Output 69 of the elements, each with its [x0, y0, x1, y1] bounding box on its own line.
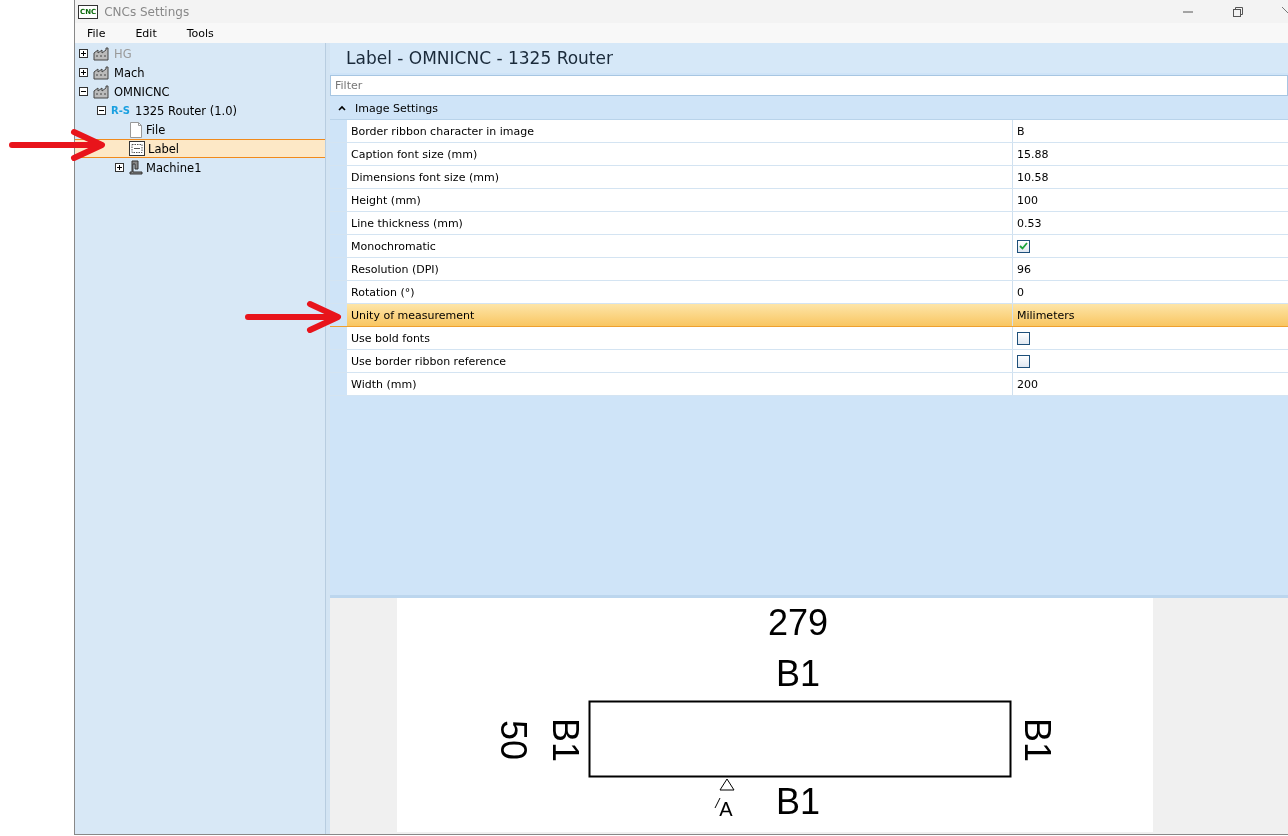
restore-icon[interactable] — [1232, 5, 1244, 18]
property-value: 200 — [1017, 377, 1038, 391]
group-title: Image Settings — [355, 101, 439, 115]
property-row[interactable]: Border ribbon character in image B — [330, 120, 1288, 143]
machine-icon — [129, 160, 143, 175]
checkbox[interactable] — [1017, 331, 1030, 345]
property-value: 0 — [1017, 285, 1024, 299]
expander-icon[interactable] — [97, 106, 106, 115]
property-row[interactable]: Use border ribbon reference — [330, 350, 1288, 373]
property-name: Width (mm) — [347, 373, 1013, 395]
width-dimension-text: 279 — [767, 602, 829, 643]
property-name: Border ribbon character in image — [347, 120, 1013, 142]
file-icon — [129, 121, 143, 138]
property-name: Line thickness (mm) — [347, 212, 1013, 234]
property-row[interactable]: Use bold fonts — [330, 327, 1288, 350]
tree-item[interactable]: OMNICNC — [75, 82, 325, 101]
menu-item[interactable]: Edit — [127, 26, 165, 40]
property-name: Monochromatic — [347, 235, 1013, 257]
panel-title: Label - OMNICNC - 1325 Router — [330, 43, 1288, 73]
property-row[interactable]: Caption font size (mm) 15.88 — [330, 143, 1288, 166]
menu-item[interactable]: Tools — [178, 26, 222, 40]
label-icon — [129, 141, 145, 156]
window-title: CNCs Settings — [104, 4, 190, 19]
factory-icon — [93, 46, 111, 61]
property-name: Caption font size (mm) — [347, 143, 1013, 165]
tree-item[interactable]: Mach — [75, 63, 325, 82]
property-value: 10.58 — [1017, 170, 1049, 184]
property-name: Resolution (DPI) — [347, 258, 1013, 280]
property-row[interactable]: Width (mm) 200 — [330, 373, 1288, 396]
property-value: 96 — [1017, 262, 1031, 276]
property-name: Height (mm) — [347, 189, 1013, 211]
checkbox[interactable] — [1017, 354, 1030, 368]
caret-icon[interactable] — [338, 105, 346, 111]
property-name: Use bold fonts — [347, 327, 1013, 349]
property-row[interactable]: Height (mm) 100 — [330, 189, 1288, 212]
factory-icon — [93, 84, 111, 99]
property-row[interactable]: Dimensions font size (mm) 10.58 — [330, 166, 1288, 189]
property-name: Unity of measurement — [347, 304, 1013, 326]
property-value: 15.88 — [1017, 147, 1049, 161]
menu-item[interactable]: File — [79, 26, 114, 40]
group-header[interactable]: Image Settings — [330, 97, 1288, 120]
right-ribbon-text: B1 — [1017, 718, 1058, 762]
property-name: Rotation (°) — [347, 281, 1013, 303]
expander-icon[interactable] — [79, 68, 88, 77]
property-row[interactable]: Monochromatic — [330, 235, 1288, 258]
height-dimension-text: 50 — [493, 720, 534, 760]
property-value: 100 — [1017, 193, 1038, 207]
expander-icon[interactable] — [79, 87, 88, 96]
router-code-text: R-S — [111, 105, 131, 116]
property-name: Use border ribbon reference — [347, 350, 1013, 372]
property-value: 0.53 — [1017, 216, 1042, 230]
tree-item[interactable]: Label — [75, 139, 325, 158]
tree-item[interactable]: File — [75, 120, 325, 139]
property-row[interactable]: Resolution (DPI) 96 — [330, 258, 1288, 281]
expander-icon[interactable] — [115, 163, 124, 172]
checkbox[interactable] — [1017, 239, 1030, 253]
tree-item[interactable]: R-S 1325 Router (1.0) — [75, 101, 325, 120]
bottom-ribbon-text: B1 — [776, 781, 820, 822]
property-row[interactable]: Unity of measurement Milimeters — [330, 304, 1288, 327]
property-value: Milimeters — [1017, 308, 1075, 322]
reference-letter-text: A — [719, 798, 733, 820]
property-value: B — [1017, 124, 1025, 138]
property-name: Dimensions font size (mm) — [347, 166, 1013, 188]
left-ribbon-text: B1 — [545, 718, 586, 762]
filter-field[interactable]: Filter — [330, 75, 1288, 96]
factory-icon — [93, 65, 111, 80]
tree-item[interactable]: Machine1 — [75, 158, 325, 177]
property-row[interactable]: Line thickness (mm) 0.53 — [330, 212, 1288, 235]
top-ribbon-text: B1 — [776, 653, 820, 694]
